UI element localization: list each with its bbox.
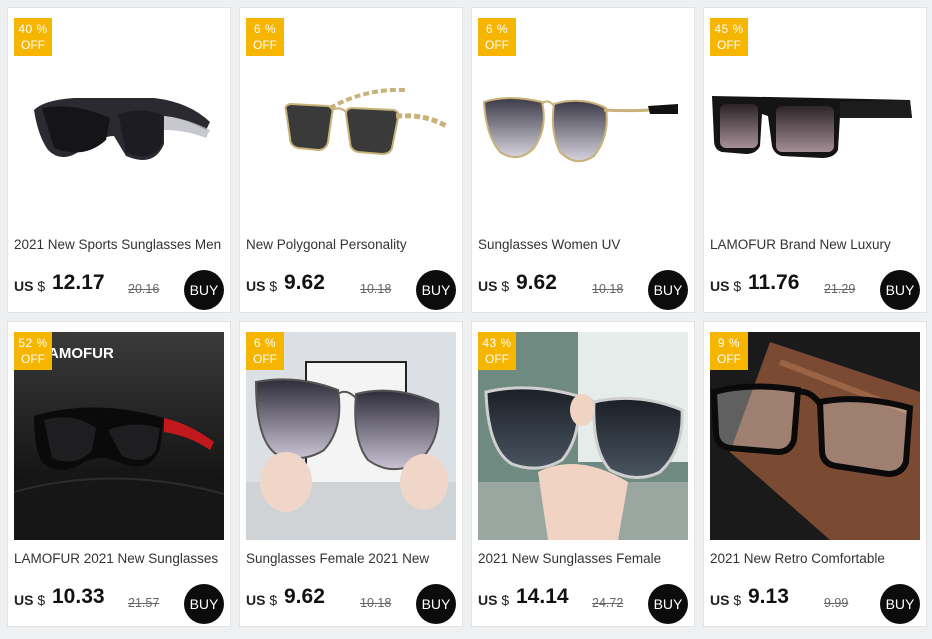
original-price: 10.18 (592, 282, 624, 296)
product-title[interactable]: New Polygonal Personality (246, 237, 460, 252)
currency-label: US $ (478, 278, 510, 294)
currency-symbol: $ (733, 278, 742, 294)
price-row: US $ 9.62 10.18 BUY (478, 270, 692, 310)
product-card[interactable]: 6 % OFF Sunglasses Female 2021 New US $ … (239, 321, 463, 627)
discount-badge: 40 % OFF (14, 18, 52, 56)
discount-percent: 6 % (253, 336, 277, 350)
buy-button[interactable]: BUY (184, 584, 224, 624)
buy-button[interactable]: BUY (648, 270, 688, 310)
product-card[interactable]: 6 % OFF Sunglasses Women UV US $ 9.62 10… (471, 7, 695, 313)
original-price: 20.16 (128, 282, 160, 296)
currency-label: US $ (478, 592, 510, 608)
product-title[interactable]: 2021 New Retro Comfortable (710, 551, 924, 566)
discount-badge: 6 % OFF (478, 18, 516, 56)
discount-percent: 9 % (717, 336, 741, 350)
buy-button[interactable]: BUY (880, 270, 920, 310)
product-title[interactable]: 2021 New Sunglasses Female (478, 551, 692, 566)
sale-price: 14.14 (516, 585, 569, 608)
sale-price: 9.62 (284, 271, 325, 294)
buy-button[interactable]: BUY (416, 584, 456, 624)
product-title[interactable]: LAMOFUR 2021 New Sunglasses (14, 551, 228, 566)
product-card[interactable]: AMOFUR 52 % OFF LAMOFUR 2021 New Sunglas… (7, 321, 231, 627)
currency-label: US $ (246, 592, 278, 608)
currency-symbol: $ (37, 592, 46, 608)
discount-badge: 43 % OFF (478, 332, 516, 370)
discount-off-label: OFF (717, 38, 741, 52)
sale-price: 12.17 (52, 271, 105, 294)
price-row: US $ 14.14 24.72 BUY (478, 584, 692, 624)
discount-off-label: OFF (21, 38, 45, 52)
currency-label: US $ (14, 592, 46, 608)
product-card[interactable]: 45 % OFF LAMOFUR Brand New Luxury US $ 1… (703, 7, 927, 313)
discount-percent: 6 % (485, 22, 509, 36)
product-title[interactable]: Sunglasses Women UV (478, 237, 692, 252)
buy-button[interactable]: BUY (648, 584, 688, 624)
currency-symbol: $ (269, 278, 278, 294)
product-card[interactable]: 43 % OFF 2021 New Sunglasses Female US $… (471, 321, 695, 627)
discount-percent: 45 % (714, 22, 744, 36)
buy-button[interactable]: BUY (880, 584, 920, 624)
currency-symbol: $ (501, 592, 510, 608)
product-card[interactable]: 6 % OFF New Polygonal Personality US $ 9… (239, 7, 463, 313)
original-price: 10.18 (360, 282, 392, 296)
sale-price: 11.76 (748, 271, 800, 294)
price-row: US $ 11.76 21.29 BUY (710, 270, 924, 310)
currency-symbol: $ (37, 278, 46, 294)
price-row: US $ 9.62 10.18 BUY (246, 584, 460, 624)
price-row: US $ 12.17 20.16 BUY (14, 270, 228, 310)
original-price: 21.57 (128, 596, 160, 610)
original-price: 9.99 (824, 596, 849, 610)
discount-off-label: OFF (253, 352, 277, 366)
original-price: 21.29 (824, 282, 856, 296)
currency-symbol: $ (501, 278, 510, 294)
discount-percent: 40 % (18, 22, 48, 36)
discount-percent: 52 % (18, 336, 48, 350)
discount-percent: 43 % (482, 336, 512, 350)
currency-label: US $ (246, 278, 278, 294)
brand-logo-text: AMOFUR (48, 345, 114, 362)
currency-label: US $ (710, 278, 742, 294)
sale-price: 9.62 (516, 271, 557, 294)
original-price: 24.72 (592, 596, 624, 610)
discount-off-label: OFF (253, 38, 277, 52)
discount-off-label: OFF (485, 352, 509, 366)
discount-percent: 6 % (253, 22, 277, 36)
sale-price: 9.62 (284, 585, 325, 608)
currency-label: US $ (14, 278, 46, 294)
product-title[interactable]: Sunglasses Female 2021 New (246, 551, 460, 566)
discount-badge: 6 % OFF (246, 332, 284, 370)
discount-badge: 45 % OFF (710, 18, 748, 56)
discount-badge: 9 % OFF (710, 332, 748, 370)
price-row: US $ 9.62 10.18 BUY (246, 270, 460, 310)
buy-button[interactable]: BUY (184, 270, 224, 310)
sale-price: 10.33 (52, 585, 105, 608)
discount-badge: 52 % OFF (14, 332, 52, 370)
price-row: US $ 10.33 21.57 BUY (14, 584, 228, 624)
currency-symbol: $ (733, 592, 742, 608)
product-title[interactable]: LAMOFUR Brand New Luxury (710, 237, 924, 252)
currency-symbol: $ (269, 592, 278, 608)
product-title[interactable]: 2021 New Sports Sunglasses Men (14, 237, 228, 252)
product-card[interactable]: 40 % OFF 2021 New Sports Sunglasses Men … (7, 7, 231, 313)
sale-price: 9.13 (748, 585, 789, 608)
discount-off-label: OFF (485, 38, 509, 52)
buy-button[interactable]: BUY (416, 270, 456, 310)
discount-off-label: OFF (21, 352, 45, 366)
price-row: US $ 9.13 9.99 BUY (710, 584, 924, 624)
discount-off-label: OFF (717, 352, 741, 366)
product-card[interactable]: 9 % OFF 2021 New Retro Comfortable US $ … (703, 321, 927, 627)
discount-badge: 6 % OFF (246, 18, 284, 56)
currency-label: US $ (710, 592, 742, 608)
original-price: 10.18 (360, 596, 392, 610)
